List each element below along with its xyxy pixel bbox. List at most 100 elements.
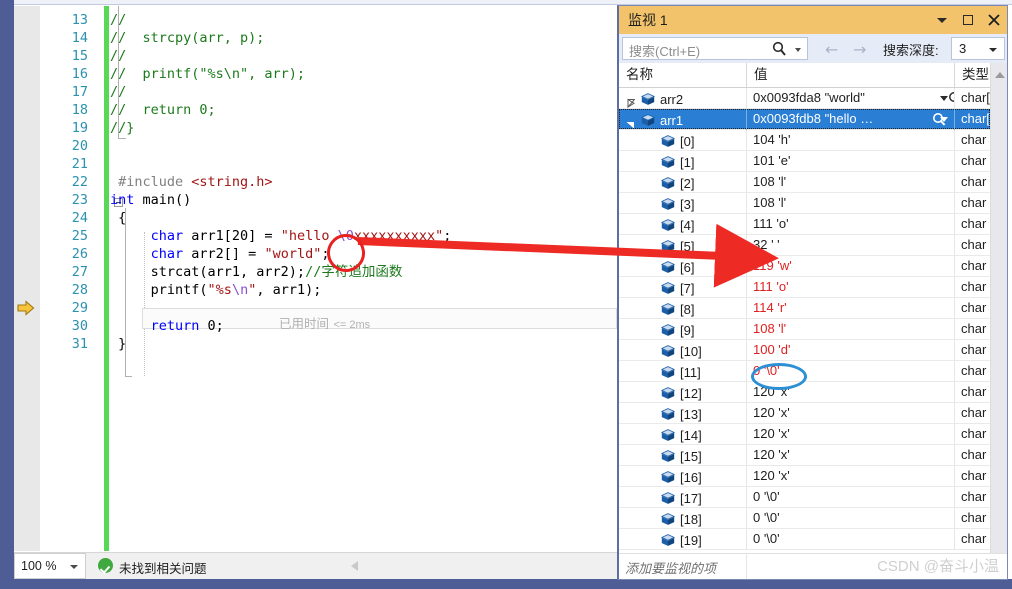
search-options-chevron-icon[interactable]: [795, 48, 801, 52]
watch-row-value-cell[interactable]: 120 'x': [747, 403, 955, 424]
code-line[interactable]: }: [110, 335, 126, 353]
watch-row-value-cell[interactable]: 120 'x': [747, 424, 955, 445]
watch-row[interactable]: [2] 108 'l' char: [619, 172, 990, 193]
code-line[interactable]: //: [110, 47, 126, 65]
column-header-name[interactable]: 名称: [619, 63, 747, 87]
code-line[interactable]: //: [110, 83, 126, 101]
code-line[interactable]: char arr1[20] = "hello \0xxxxxxxxxx";: [110, 227, 452, 245]
watch-row[interactable]: [5] 32 ' ' char: [619, 235, 990, 256]
watch-row-value-cell[interactable]: 32 ' ': [747, 235, 955, 256]
string-visualizer-magnifier-icon[interactable]: [948, 91, 955, 106]
zoom-level-combobox[interactable]: 100 %: [14, 553, 86, 579]
watch-row-name-cell[interactable]: [10]: [619, 340, 747, 361]
watch-row-value-cell[interactable]: 120 'x': [747, 445, 955, 466]
code-line[interactable]: // printf("%s\n", arr);: [110, 65, 305, 83]
watch-row-value-cell[interactable]: 104 'h': [747, 130, 955, 151]
watch-row-name-cell[interactable]: [13]: [619, 403, 747, 424]
watch-row-value-cell[interactable]: 100 'd': [747, 340, 955, 361]
search-input[interactable]: 搜索(Ctrl+E): [622, 37, 808, 60]
watch-row-name-cell[interactable]: [7]: [619, 277, 747, 298]
watch-row[interactable]: arr1 0x0093fdb8 "hello … char[20]: [619, 109, 990, 130]
expand-arrow-down-icon[interactable]: [626, 115, 635, 129]
watch-row-value-cell[interactable]: 0 '\0': [747, 508, 955, 529]
watch-row-name-cell[interactable]: [9]: [619, 319, 747, 340]
code-line[interactable]: int main(): [110, 191, 191, 209]
watch-row-value-cell[interactable]: 101 'e': [747, 151, 955, 172]
scroll-left-arrow-icon[interactable]: [351, 561, 358, 571]
watch-row[interactable]: [10] 100 'd' char: [619, 340, 990, 361]
add-item-name-cell[interactable]: 添加要监视的项: [619, 554, 747, 579]
watch-row-value-cell[interactable]: 114 'r': [747, 298, 955, 319]
watch-row[interactable]: [8] 114 'r' char: [619, 298, 990, 319]
window-menu-dropdown-button[interactable]: [935, 13, 949, 27]
watch-row-name-cell[interactable]: [11]: [619, 361, 747, 382]
watch-row-value-cell[interactable]: 0x0093fda8 "world": [747, 88, 955, 109]
code-line[interactable]: // strcpy(arr, p);: [110, 29, 264, 47]
watch-row-name-cell[interactable]: [18]: [619, 508, 747, 529]
column-header-value[interactable]: 值: [747, 63, 955, 87]
watch-row-name-cell[interactable]: [19]: [619, 529, 747, 550]
watch-row-value-cell[interactable]: 120 'x': [747, 466, 955, 487]
watch-row-value-cell[interactable]: 108 'l': [747, 319, 955, 340]
watch-row-name-cell[interactable]: [16]: [619, 466, 747, 487]
watch-row-value-cell[interactable]: 0x0093fdb8 "hello …: [747, 109, 955, 130]
close-button[interactable]: [987, 13, 1001, 27]
watch-rows-container[interactable]: arr20x0093fda8 "world"char[6]arr10x0093f…: [619, 88, 990, 553]
code-editor[interactable]: 13 14 15 16 17 18 19 20 21 22 23 24 25 26 27 28 29 30 31 /…: [14, 6, 617, 551]
value-visualizer-chevron-icon[interactable]: [940, 117, 948, 122]
watch-row[interactable]: [17] 0 '\0' char: [619, 487, 990, 508]
watch-row-name-cell[interactable]: [17]: [619, 487, 747, 508]
watch-row-name-cell[interactable]: [8]: [619, 298, 747, 319]
column-header-type[interactable]: 类型: [955, 63, 990, 87]
watch-row-name-cell[interactable]: [12]: [619, 382, 747, 403]
watch-row-value-cell[interactable]: 108 'l': [747, 193, 955, 214]
watch-row[interactable]: [15] 120 'x' char: [619, 445, 990, 466]
watch-row[interactable]: [19] 0 '\0' char: [619, 529, 990, 550]
watch-row[interactable]: [9] 108 'l' char: [619, 319, 990, 340]
watch-row-name-cell[interactable]: [4]: [619, 214, 747, 235]
watch-row-name-cell[interactable]: [3]: [619, 193, 747, 214]
watch-row-value-cell[interactable]: 111 'o': [747, 214, 955, 235]
code-line[interactable]: //: [110, 11, 126, 29]
watch-row-value-cell[interactable]: 111 'o': [747, 277, 955, 298]
search-depth-combobox[interactable]: 3: [951, 37, 1005, 60]
watch-row[interactable]: [18] 0 '\0' char: [619, 508, 990, 529]
watch-row-name-cell[interactable]: arr1: [619, 109, 747, 130]
watch-row-value-cell[interactable]: 0 '\0': [747, 487, 955, 508]
watch-row-name-cell[interactable]: [2]: [619, 172, 747, 193]
code-line[interactable]: #include <string.h>: [110, 173, 272, 191]
code-line[interactable]: //}: [110, 119, 134, 137]
watch-add-item-row[interactable]: 添加要监视的项 CSDN @奋斗小温: [619, 553, 1007, 579]
watch-vertical-scrollbar[interactable]: [990, 63, 1007, 553]
search-previous-arrow-icon[interactable]: ←: [825, 40, 838, 59]
watch-row-name-cell[interactable]: [0]: [619, 130, 747, 151]
watch-row[interactable]: [6] 119 'w' char: [619, 256, 990, 277]
watch-row[interactable]: [1] 101 'e' char: [619, 151, 990, 172]
search-next-arrow-icon[interactable]: →: [853, 40, 866, 59]
watch-row-value-cell[interactable]: 0 '\0': [747, 529, 955, 550]
watch-row[interactable]: [0] 104 'h' char: [619, 130, 990, 151]
code-line[interactable]: // return 0;: [110, 101, 216, 119]
watch-row-value-cell[interactable]: 119 'w': [747, 256, 955, 277]
code-text-area[interactable]: // // strcpy(arr, p); // // printf("%s\n", …: [110, 6, 617, 551]
watch-row[interactable]: [4] 111 'o' char: [619, 214, 990, 235]
watch-row[interactable]: [13] 120 'x' char: [619, 403, 990, 424]
watch-row-name-cell[interactable]: [15]: [619, 445, 747, 466]
watch-row[interactable]: [12] 120 'x' char: [619, 382, 990, 403]
code-line[interactable]: printf("%s\n", arr1);: [110, 281, 322, 299]
watch-row-name-cell[interactable]: [6]: [619, 256, 747, 277]
value-visualizer-chevron-icon[interactable]: [940, 96, 948, 101]
watch-row[interactable]: arr2 0x0093fda8 "world" char[6]: [619, 88, 990, 109]
editor-indicator-margin[interactable]: [14, 6, 40, 551]
watch-row[interactable]: [14] 120 'x' char: [619, 424, 990, 445]
watch-row[interactable]: [16] 120 'x' char: [619, 466, 990, 487]
code-line[interactable]: {: [110, 209, 126, 227]
watch-row[interactable]: [7] 111 'o' char: [619, 277, 990, 298]
maximize-button[interactable]: [961, 13, 975, 27]
code-line[interactable]: char arr2[] = "world";: [110, 245, 330, 263]
watch-row-value-cell[interactable]: 108 'l': [747, 172, 955, 193]
watch-row-name-cell[interactable]: [14]: [619, 424, 747, 445]
scroll-up-arrow-icon[interactable]: [995, 72, 1005, 78]
search-icon[interactable]: [772, 41, 787, 57]
watch-row-name-cell[interactable]: [5]: [619, 235, 747, 256]
